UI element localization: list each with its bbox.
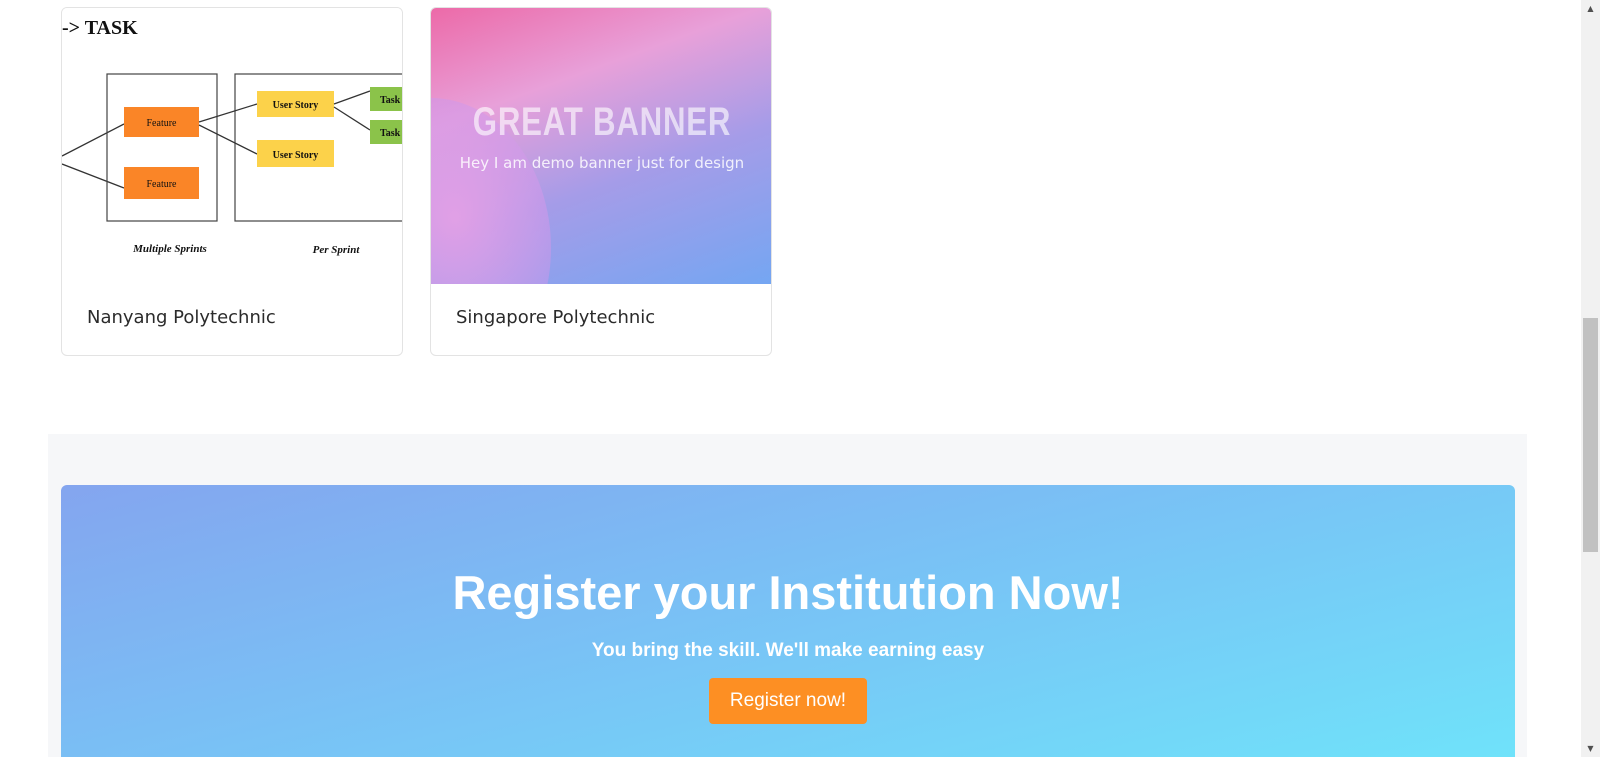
card-image-demo-banner: GREAT BANNER Hey I am demo banner just f… — [431, 8, 771, 284]
caption-multiple-sprints: Multiple Sprints — [132, 243, 207, 255]
scroll-up-arrow-icon[interactable]: ▲ — [1581, 0, 1600, 17]
diagram-heading: -> TASK — [62, 17, 138, 39]
banner-subtitle: Hey I am demo banner just for design — [459, 154, 745, 172]
user-story-label-1: User Story — [273, 100, 319, 111]
register-banner: Register your Institution Now! You bring… — [61, 485, 1515, 757]
register-title: Register your Institution Now! — [452, 566, 1124, 619]
user-story-label-2: User Story — [273, 150, 319, 161]
card-image-agile-diagram: -> TASK Feature Feature User Story User … — [62, 8, 402, 284]
institution-card-singapore[interactable]: GREAT BANNER Hey I am demo banner just f… — [430, 7, 772, 356]
feature-label-2: Feature — [147, 179, 178, 190]
card-title[interactable]: Singapore Polytechnic — [456, 307, 655, 328]
register-now-button[interactable]: Register now! — [709, 678, 867, 724]
register-subtitle: You bring the skill. We'll make earning … — [591, 640, 985, 661]
caption-per-sprint: Per Sprint — [313, 244, 361, 256]
feature-label-1: Feature — [147, 118, 178, 129]
institution-card-nanyang[interactable]: -> TASK Feature Feature User Story User … — [61, 7, 403, 356]
card-title[interactable]: Nanyang Polytechnic — [87, 307, 276, 328]
scrollbar-thumb[interactable] — [1583, 318, 1598, 552]
scroll-down-arrow-icon[interactable]: ▼ — [1581, 740, 1600, 757]
vertical-scrollbar[interactable]: ▲ ▼ — [1581, 0, 1600, 757]
banner-title: GREAT BANNER — [472, 100, 732, 144]
task-label-1: Task — [380, 95, 401, 106]
task-label-2: Task — [380, 128, 401, 139]
